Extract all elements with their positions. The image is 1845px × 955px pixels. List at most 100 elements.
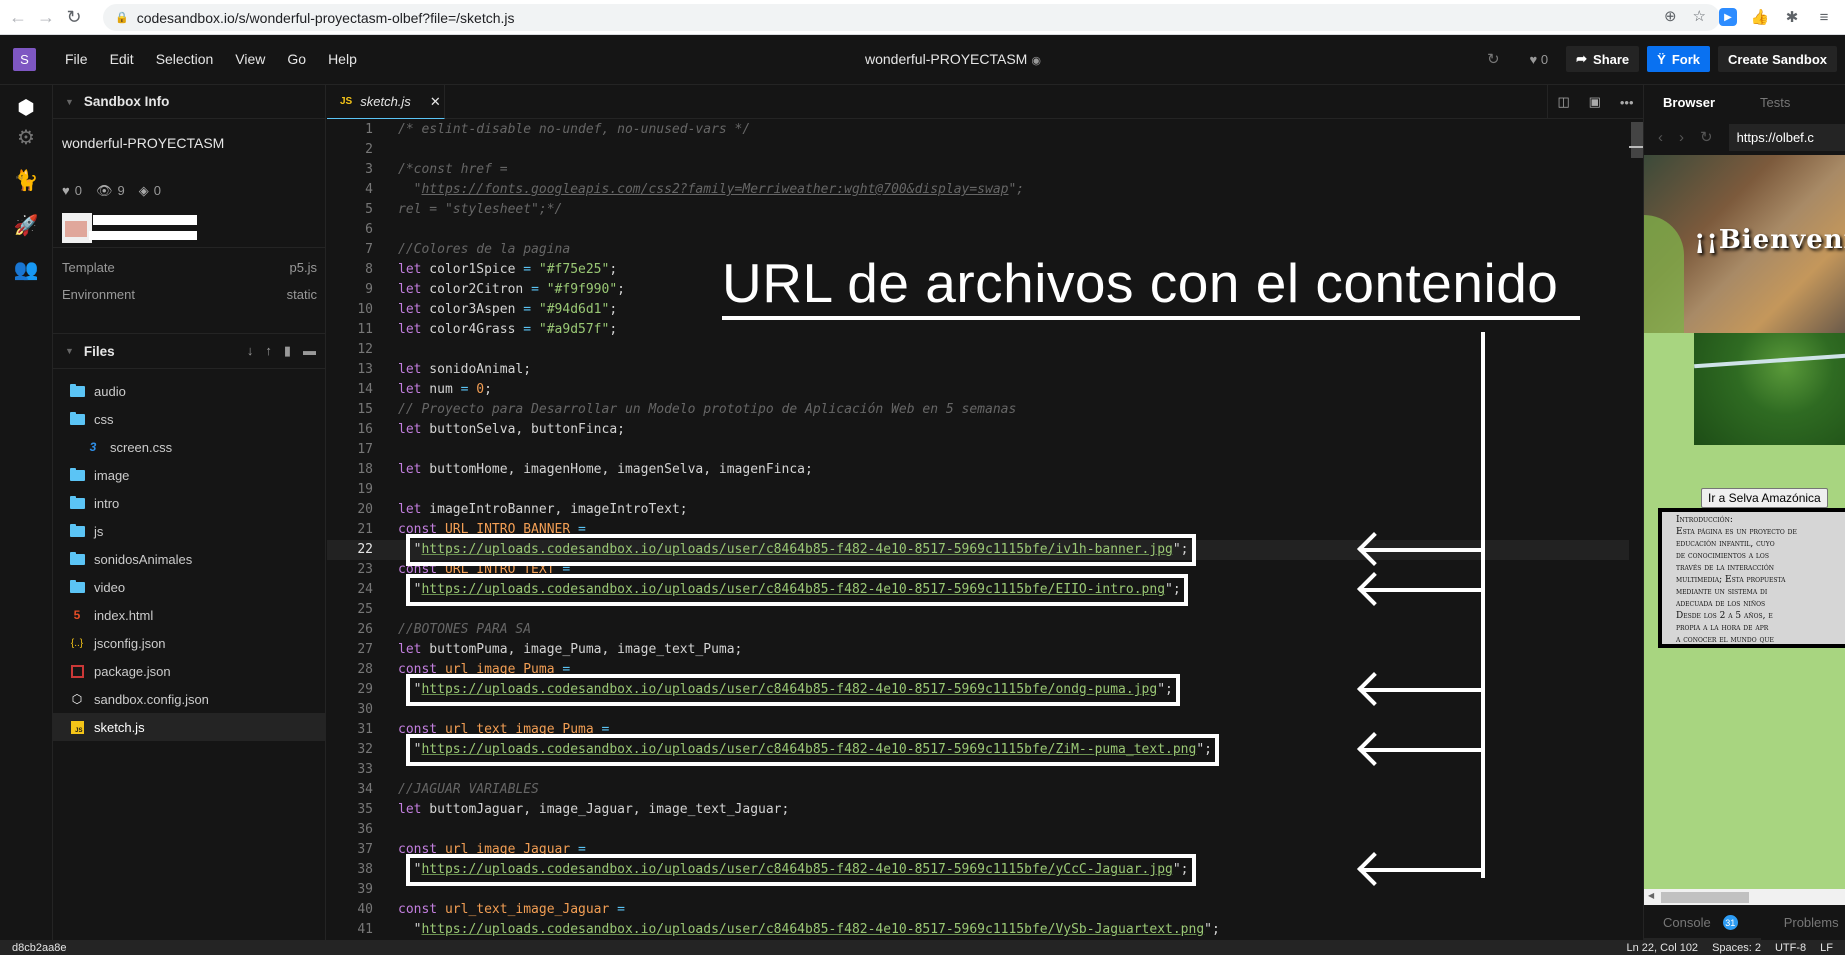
code-line[interactable]: 18 let buttomHome, imagenHome, imagenSelv…	[327, 460, 1643, 480]
back-arrow-icon[interactable]: ←	[4, 7, 32, 28]
menu-file[interactable]: File	[65, 51, 88, 67]
tab-sketch-js[interactable]: JS sketch.js ✕	[327, 85, 445, 119]
file-tree-item[interactable]: package.json	[53, 657, 326, 685]
json-file-icon: {..}	[70, 637, 84, 649]
codesandbox-logo[interactable]: S	[13, 48, 36, 71]
selva-amazonica-button[interactable]: Ir a Selva Amazónica	[1701, 488, 1828, 508]
bookmark-star-icon[interactable]: ☆	[1693, 7, 1706, 25]
code-line[interactable]: 20 let imageIntroBanner, imageIntroText;	[327, 500, 1643, 520]
code-line[interactable]: 2	[327, 140, 1643, 160]
code-line[interactable]: 5 rel = "stylesheet";*/	[327, 200, 1643, 220]
code-line[interactable]: 19	[327, 480, 1643, 500]
line-text: let sonidoAnimal;	[398, 362, 532, 377]
code-line[interactable]: 12	[327, 340, 1643, 360]
tab-problems[interactable]: Problems	[1784, 915, 1839, 930]
github-icon[interactable]: 🐈	[13, 168, 39, 194]
encoding[interactable]: UTF-8	[1775, 942, 1806, 954]
new-file-icon[interactable]: ▮	[284, 343, 291, 359]
preview-reload-icon[interactable]: ↻	[1700, 128, 1713, 146]
gear-icon[interactable]: ⚙	[13, 125, 39, 151]
code-line[interactable]: 13 let sonidoAnimal;	[327, 360, 1643, 380]
tab-browser[interactable]: Browser	[1663, 95, 1715, 110]
menu-edit[interactable]: Edit	[110, 51, 134, 67]
code-line[interactable]: 6	[327, 220, 1643, 240]
upload-icon[interactable]: ↑	[265, 343, 272, 359]
code-line[interactable]: 34 //JAGUAR VARIABLES	[327, 780, 1643, 800]
code-line[interactable]: 4 "https://fonts.googleapis.com/css2?fam…	[327, 180, 1643, 200]
preview-icon[interactable]: ▣	[1589, 94, 1601, 110]
line-number: 37	[357, 842, 373, 857]
zoom-extension-icon[interactable]: ▶	[1719, 8, 1737, 26]
forward-arrow-icon[interactable]: →	[32, 7, 60, 28]
scroll-thumb[interactable]	[1631, 122, 1643, 158]
file-tree-item[interactable]: image	[53, 461, 326, 489]
preview-horizontal-scrollbar[interactable]: ◀	[1644, 889, 1845, 905]
code-line[interactable]: 27 let buttomPuma, image_Puma, image_text…	[327, 640, 1643, 660]
author-info[interactable]	[62, 213, 197, 243]
code-line[interactable]: 11 let color4Grass = "#a9d57f";	[327, 320, 1643, 340]
file-tree-item[interactable]: intro	[53, 489, 326, 517]
scroll-thumb[interactable]	[1661, 892, 1749, 903]
menu-help[interactable]: Help	[328, 51, 357, 67]
more-actions-icon[interactable]: •••	[1620, 95, 1634, 110]
thumbs-up-extension-icon[interactable]: 👍	[1751, 8, 1770, 26]
code-line[interactable]: 3 /*const href =	[327, 160, 1643, 180]
file-tree-item[interactable]: audio	[53, 377, 326, 405]
file-tree-item[interactable]: {..} jsconfig.json	[53, 629, 326, 657]
code-line[interactable]: 14 let num = 0;	[327, 380, 1643, 400]
code-line[interactable]: 35 let buttomJaguar, image_Jaguar, image_…	[327, 800, 1643, 820]
file-tree-item[interactable]: css	[53, 405, 326, 433]
address-bar[interactable]: 🔒 codesandbox.io/s/wonderful-proyectasm-…	[103, 4, 1720, 31]
refresh-icon[interactable]: ↻	[1487, 50, 1500, 68]
cursor-position[interactable]: Ln 22, Col 102	[1627, 942, 1699, 954]
file-tree-item[interactable]: JS sketch.js	[53, 713, 326, 741]
fork-button[interactable]: Ÿ Fork	[1647, 46, 1711, 72]
like-button[interactable]: ♥ 0	[1530, 52, 1549, 67]
preview-forward-icon[interactable]: ›	[1679, 129, 1684, 146]
sandbox-info-header[interactable]: ▼ Sandbox Info	[53, 85, 325, 119]
create-sandbox-button[interactable]: Create Sandbox	[1718, 46, 1837, 72]
add-icon[interactable]: ⊕	[1664, 7, 1677, 25]
file-tree-item[interactable]: js	[53, 517, 326, 545]
cube-info-icon[interactable]: ⬢	[13, 95, 39, 121]
preview-back-icon[interactable]: ‹	[1658, 129, 1663, 146]
menu-go[interactable]: Go	[287, 51, 306, 67]
rocket-deploy-icon[interactable]: 🚀	[13, 213, 39, 239]
indentation[interactable]: Spaces: 2	[1712, 942, 1761, 954]
code-line[interactable]: 1 /* eslint-disable no-undef, no-unused-v…	[327, 120, 1643, 140]
download-icon[interactable]: ↓	[247, 343, 254, 359]
close-tab-icon[interactable]: ✕	[430, 94, 441, 110]
split-editor-icon[interactable]: ◫	[1557, 94, 1569, 110]
media-control-icon[interactable]: ≡	[1815, 8, 1833, 26]
code-line[interactable]: 41 "https://uploads.codesandbox.io/uploa…	[327, 920, 1643, 940]
preview-url-input[interactable]: https://olbef.c	[1728, 123, 1845, 151]
menu-selection[interactable]: Selection	[156, 51, 214, 67]
code-line[interactable]: 17	[327, 440, 1643, 460]
tab-tests[interactable]: Tests	[1760, 95, 1790, 110]
new-folder-icon[interactable]: ▬	[303, 343, 316, 359]
tab-console[interactable]: Console	[1663, 915, 1711, 930]
code-line[interactable]: 40 const url_text_image_Jaguar =	[327, 900, 1643, 920]
users-live-icon[interactable]: 👥	[13, 257, 39, 283]
file-tree-item[interactable]: 3 screen.css	[53, 433, 326, 461]
file-tree-item[interactable]: sonidosAnimales	[53, 545, 326, 573]
reload-icon[interactable]: ↻	[60, 7, 88, 28]
scroll-left-icon[interactable]: ◀	[1648, 891, 1654, 900]
code-line[interactable]: 26 //BOTONES PARA SA	[327, 620, 1643, 640]
file-tree-item[interactable]: ⬡ sandbox.config.json	[53, 685, 326, 713]
puzzle-extensions-icon[interactable]: ✱	[1783, 8, 1801, 26]
code-line[interactable]: 16 let buttonSelva, buttonFinca;	[327, 420, 1643, 440]
line-text: //BOTONES PARA SA	[398, 622, 532, 637]
line-ending[interactable]: LF	[1820, 942, 1833, 954]
line-text: "https://uploads.codesandbox.io/uploads/…	[398, 922, 1220, 937]
menu-list: File Edit Selection View Go Help	[65, 51, 379, 67]
file-tree-item[interactable]: video	[53, 573, 326, 601]
editor-scrollbar[interactable]	[1629, 120, 1643, 940]
code-line[interactable]: 36	[327, 820, 1643, 840]
code-area[interactable]: 1 /* eslint-disable no-undef, no-unused-v…	[327, 120, 1643, 940]
code-line[interactable]: 15 // Proyecto para Desarrollar un Modelo…	[327, 400, 1643, 420]
address-url[interactable]: codesandbox.io/s/wonderful-proyectasm-ol…	[137, 10, 515, 26]
menu-view[interactable]: View	[235, 51, 265, 67]
share-button[interactable]: ➦ Share	[1566, 46, 1640, 72]
file-tree-item[interactable]: 5 index.html	[53, 601, 326, 629]
